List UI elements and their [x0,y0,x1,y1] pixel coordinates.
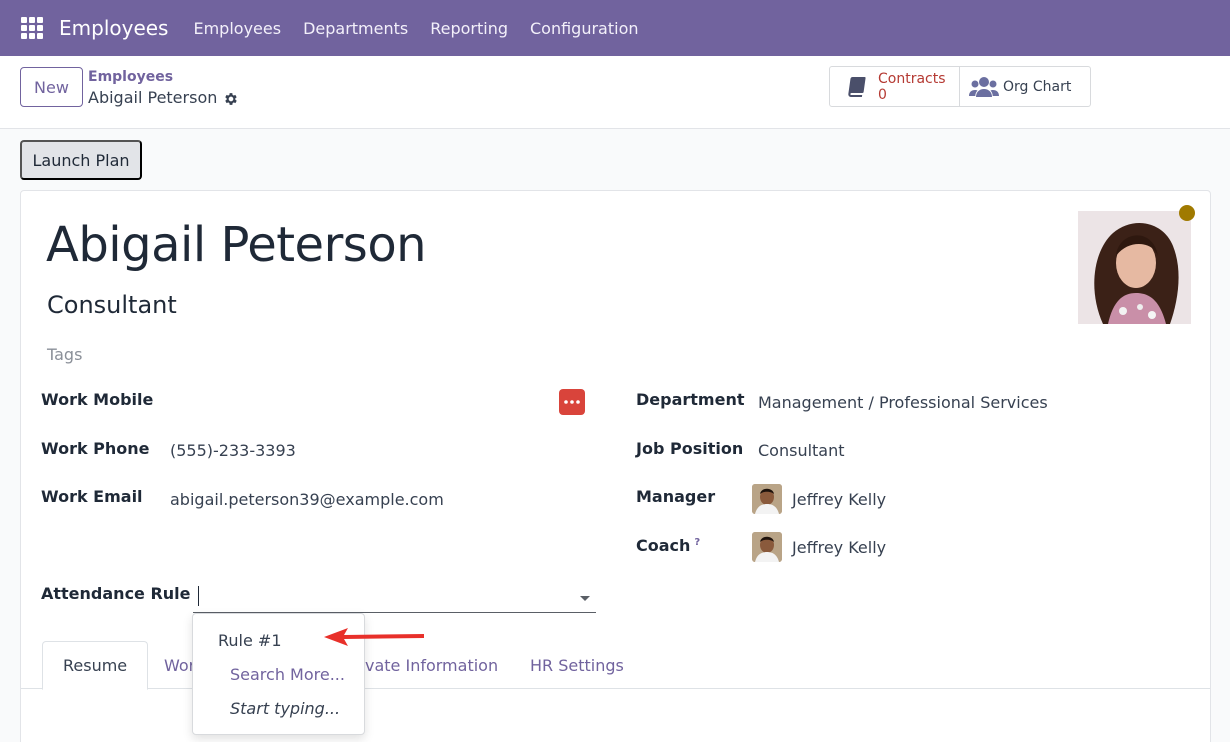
sms-button[interactable] [559,389,585,415]
tab-work-information[interactable]: Wor [164,641,195,689]
work-phone-label: Work Phone [41,439,150,458]
contracts-label: Contracts [878,70,946,87]
coach-avatar[interactable] [752,532,782,562]
launch-plan-button[interactable]: Launch Plan [20,140,142,180]
dropdown-option-rule-1[interactable]: Rule #1 [218,631,282,650]
manager-avatar[interactable] [752,484,782,514]
department-label: Department [636,390,745,409]
attendance-rule-label: Attendance Rule [41,584,191,603]
attendance-rule-dropdown: Rule #1 Search More... Start typing... [192,613,365,735]
menu-departments[interactable]: Departments [292,19,419,38]
org-chart-smart-button[interactable]: Org Chart [960,67,1090,106]
sms-dots-icon [564,400,580,404]
app-name[interactable]: Employees [59,16,168,40]
book-icon [848,76,866,97]
employee-job-title[interactable]: Consultant [47,291,177,319]
work-phone-value[interactable]: (555)-233-3393 [170,441,296,460]
presence-status-dot [1179,205,1195,221]
employee-name[interactable]: Abigail Peterson [46,217,427,273]
manager-value[interactable]: Jeffrey Kelly [792,490,886,509]
coach-label: Coach? [636,536,700,555]
start-typing-hint: Start typing... [230,699,341,718]
control-panel: New Employees Abigail Peterson Contracts… [0,56,1230,129]
tab-resume[interactable]: Resume [42,641,149,690]
menu-reporting[interactable]: Reporting [419,19,519,38]
tab-hr-settings[interactable]: HR Settings [530,641,624,689]
search-more-link[interactable]: Search More... [230,665,345,684]
work-email-value[interactable]: abigail.peterson39@example.com [170,490,444,509]
job-position-label: Job Position [636,439,744,458]
employee-avatar [1078,211,1191,324]
coach-help-icon[interactable]: ? [694,537,700,548]
apps-menu-icon[interactable] [21,17,43,39]
attendance-rule-input[interactable] [193,581,596,613]
coach-value[interactable]: Jeffrey Kelly [792,538,886,557]
breadcrumb-current: Abigail Peterson [88,88,218,107]
job-position-value[interactable]: Consultant [758,441,845,460]
menu-employees[interactable]: Employees [182,19,292,38]
text-caret [198,586,199,606]
tags-field[interactable]: Tags [47,345,82,364]
contracts-smart-button[interactable]: Contracts 0 [830,67,960,106]
tab-private-information[interactable]: vate Information [365,641,498,689]
breadcrumb-parent[interactable]: Employees [88,69,173,85]
contracts-count: 0 [878,86,887,103]
dropdown-caret-icon[interactable] [580,596,590,601]
work-mobile-label: Work Mobile [41,390,154,409]
coach-label-text: Coach [636,536,691,555]
smart-buttons: Contracts 0 Org Chart [829,66,1091,107]
users-icon [969,76,999,97]
manager-label: Manager [636,487,716,506]
top-navbar: Employees Employees Departments Reportin… [0,0,1230,56]
department-value[interactable]: Management / Professional Services [758,393,1048,412]
new-button[interactable]: New [20,67,83,107]
menu-configuration[interactable]: Configuration [519,19,650,38]
work-email-label: Work Email [41,487,143,506]
org-chart-label: Org Chart [1003,78,1072,95]
employee-photo[interactable] [1078,205,1195,324]
gear-icon[interactable] [223,91,239,107]
